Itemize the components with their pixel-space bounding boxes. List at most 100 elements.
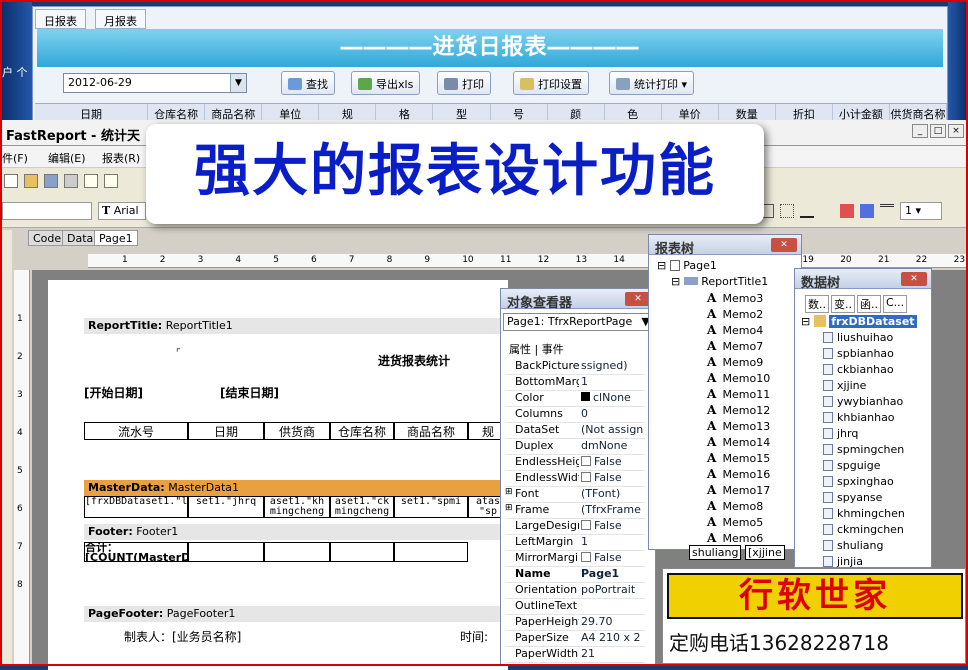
checkbox-icon[interactable]	[581, 472, 591, 482]
header-cell[interactable]: 仓库名称	[330, 422, 394, 440]
tab-events[interactable]: 事件	[542, 343, 564, 356]
band-report-title[interactable]: ReportTitle: ReportTitle1	[84, 318, 508, 334]
data-field-item[interactable]: jhrq	[823, 427, 858, 443]
expand-icon[interactable]: ⊞	[505, 503, 513, 513]
report-heading[interactable]: 进货报表统计	[378, 352, 450, 369]
end-date-field[interactable]: [结束日期]	[220, 384, 279, 401]
data-field-item[interactable]: spbianhao	[823, 347, 894, 363]
search-button[interactable]: 查找	[281, 71, 335, 95]
tree-memo-item[interactable]: A Memo10	[707, 371, 770, 387]
property-row[interactable]: Orientation poPortrait	[505, 583, 645, 599]
style-combo[interactable]	[2, 202, 92, 220]
tree-memo-item[interactable]: A Memo16	[707, 467, 770, 483]
minimize-icon[interactable]: _	[912, 124, 928, 138]
tree-memo-item[interactable]: A Memo2	[707, 307, 763, 323]
property-value[interactable]: ssigned)	[581, 359, 647, 372]
tree-memo-item[interactable]: A Memo17	[707, 483, 770, 499]
close-icon[interactable]: ✕	[771, 238, 797, 252]
data-field-item[interactable]: khmingchen	[823, 507, 905, 523]
data-field-item[interactable]: ckmingchen	[823, 523, 904, 539]
maker-field[interactable]: 制表人：[业务员名称]	[124, 628, 241, 645]
tab-properties[interactable]: 属性	[509, 343, 531, 356]
checkbox-icon[interactable]	[581, 520, 591, 530]
data-field-item[interactable]: xjjine	[823, 379, 866, 395]
line-width-combo[interactable]: 1 ▾	[900, 202, 942, 220]
band-page-footer[interactable]: PageFooter: PageFooter1	[84, 606, 508, 622]
tab-functions[interactable]: 函..	[857, 295, 881, 313]
open-icon[interactable]	[24, 174, 38, 188]
tree-report-title[interactable]: ⊟ ReportTitle1	[671, 275, 768, 291]
master-cell[interactable]: aset1."ck mingcheng	[330, 496, 394, 518]
property-value[interactable]: False	[581, 455, 647, 468]
tab-classes[interactable]: C...	[883, 295, 908, 313]
tree-memo-item[interactable]: A Memo12	[707, 403, 770, 419]
header-cell[interactable]: 流水号	[84, 422, 188, 440]
property-value[interactable]: A4 210 x 2	[581, 631, 647, 644]
master-cell[interactable]: aset1."kh mingcheng	[264, 496, 330, 518]
line-style-icon[interactable]	[880, 204, 894, 218]
fill-color-icon[interactable]	[840, 204, 854, 218]
data-field-item[interactable]: ywybianhao	[823, 395, 903, 411]
band-master-data[interactable]: MasterData: MasterData1	[84, 480, 508, 496]
stat-print-button[interactable]: 统计打印 ▾	[609, 71, 695, 95]
data-field-item[interactable]: liushuihao	[823, 331, 893, 347]
new-icon[interactable]	[4, 174, 18, 188]
tab-monthly[interactable]: 月报表	[95, 9, 146, 29]
master-cell[interactable]: set1."spmi	[394, 496, 468, 518]
line-color-icon[interactable]	[860, 204, 874, 218]
maximize-icon[interactable]: □	[930, 124, 946, 138]
property-value[interactable]: 1	[581, 535, 647, 548]
master-cell[interactable]: [frxDBDataset1."liushuihao"]	[84, 496, 188, 518]
property-value[interactable]: False	[581, 551, 647, 564]
preview-icon[interactable]	[64, 174, 78, 188]
property-row[interactable]: OutlineText	[505, 599, 645, 615]
property-row[interactable]: PaperHeight 29.70	[505, 615, 645, 631]
property-row[interactable]: ⊞ Font (TFont)	[505, 487, 645, 503]
start-date-field[interactable]: [开始日期]	[84, 384, 143, 401]
data-field-item[interactable]: spyanse	[823, 491, 882, 507]
property-row[interactable]: PaperWidth 21	[505, 647, 645, 663]
date-picker[interactable]: 2012-06-29 ▼	[63, 73, 247, 93]
property-row[interactable]: EndlessHeigh False	[505, 455, 645, 471]
data-field-item[interactable]: spguige	[823, 459, 880, 475]
tab-data-fields[interactable]: 数..	[805, 295, 829, 313]
header-cell[interactable]: 供货商	[264, 422, 330, 440]
page-icon[interactable]	[84, 174, 98, 188]
checkbox-icon[interactable]	[581, 456, 591, 466]
header-cell[interactable]: 日期	[188, 422, 264, 440]
data-field-item[interactable]: spmingchen	[823, 443, 904, 459]
save-icon[interactable]	[44, 174, 58, 188]
property-row[interactable]: ⊞ Frame (TfrxFrame	[505, 503, 645, 519]
chevron-down-icon[interactable]: ▼	[230, 74, 246, 92]
font-combo[interactable]: T Arial	[98, 202, 146, 220]
frame-none-icon[interactable]	[780, 204, 794, 218]
tree-memo-item[interactable]: A Memo8	[707, 499, 763, 515]
property-row[interactable]: Columns 0	[505, 407, 645, 423]
property-value[interactable]: dmNone	[581, 439, 647, 452]
data-field-item[interactable]: khbianhao	[823, 411, 895, 427]
property-value[interactable]: poPortrait	[581, 583, 647, 596]
property-row[interactable]: LargeDesign False	[505, 519, 645, 535]
property-row[interactable]: Name Page1	[505, 567, 645, 583]
property-value[interactable]: 21	[581, 647, 647, 660]
property-row[interactable]: BottomMargin1	[505, 375, 645, 391]
property-row[interactable]: Duplex dmNone	[505, 439, 645, 455]
tree-memo-item[interactable]: A Memo14	[707, 435, 770, 451]
property-value[interactable]: Page1	[581, 567, 647, 580]
checkbox-icon[interactable]	[581, 552, 591, 562]
tree-memo-item[interactable]: A Memo4	[707, 323, 763, 339]
property-row[interactable]: DataSet (Not assign	[505, 423, 645, 439]
tree-memo-item[interactable]: A Memo3	[707, 291, 763, 307]
band-footer[interactable]: Footer: Footer1	[84, 524, 508, 540]
copy-icon[interactable]	[104, 174, 118, 188]
property-value[interactable]: 29.70	[581, 615, 647, 628]
property-row[interactable]: BackPicture ssigned)	[505, 359, 645, 375]
property-row[interactable]: EndlessWidth False	[505, 471, 645, 487]
menu-edit[interactable]: 编辑(E)	[48, 150, 86, 166]
property-row[interactable]: LeftMargin 1	[505, 535, 645, 551]
close-icon[interactable]: ✕	[901, 272, 927, 286]
data-field-item[interactable]: spxinghao	[823, 475, 894, 491]
property-value[interactable]: (TfrxFrame	[581, 503, 647, 516]
header-cell[interactable]: 商品名称	[394, 422, 468, 440]
dataset-node[interactable]: ⊟ frxDBDataset	[801, 315, 917, 331]
